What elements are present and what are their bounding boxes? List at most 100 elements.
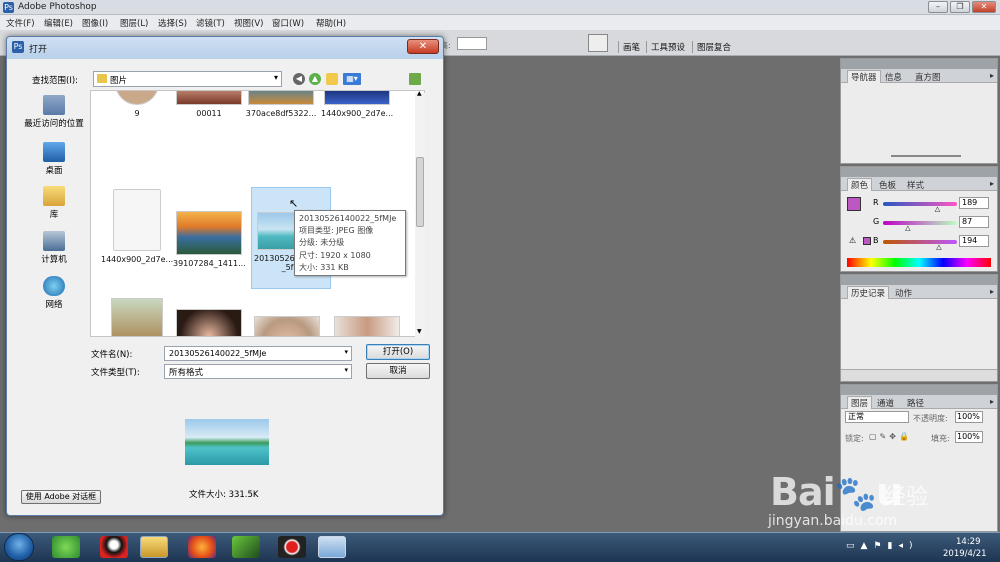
tray-icons[interactable]: ▭▲⚑▮◂)	[846, 541, 918, 551]
media-player-icon[interactable]	[232, 536, 260, 558]
foreground-color-swatch[interactable]	[847, 197, 861, 211]
tab-layers[interactable]: 图层	[847, 396, 873, 409]
qq-icon[interactable]	[100, 536, 128, 558]
g-slider[interactable]	[883, 221, 957, 225]
panel-menu-icon[interactable]: ▸	[990, 397, 994, 406]
clock-date[interactable]: 2019/4/21	[943, 549, 987, 559]
options-field[interactable]	[457, 37, 487, 50]
g-slider-handle[interactable]: △	[905, 224, 910, 232]
file-item[interactable]: 00011	[173, 91, 245, 118]
tooltip-type: 项目类型: JPEG 图像	[299, 226, 374, 236]
history-panel: 历史记录 动作 ▸	[840, 274, 998, 382]
maximize-button[interactable]: ❐	[950, 1, 970, 13]
photoshop-taskbar-icon[interactable]	[318, 536, 346, 558]
r-slider-handle[interactable]: △	[935, 205, 940, 213]
back-icon[interactable]: ◀	[293, 73, 305, 85]
zoom-slider[interactable]	[891, 155, 961, 157]
scrollbar-thumb[interactable]	[416, 157, 424, 227]
fill-input[interactable]: 100%	[955, 431, 983, 443]
filename-input[interactable]: 20130526140022_5fMJe ▾	[164, 346, 352, 361]
place-network[interactable]: 网络	[19, 276, 89, 310]
open-button[interactable]: 打开(O)	[366, 344, 430, 360]
menu-window[interactable]: 窗口(W)	[272, 17, 304, 29]
filetype-value: 所有格式	[169, 368, 204, 378]
b-slider-handle[interactable]: △	[936, 243, 941, 251]
file-item[interactable]	[101, 298, 173, 336]
file-item[interactable]: 1440x900_2d7e...	[101, 189, 173, 264]
opacity-input[interactable]: 100%	[955, 411, 983, 423]
close-app-button[interactable]: ✕	[972, 1, 996, 13]
tab-actions[interactable]: 动作	[895, 287, 912, 299]
file-name: 39107284_1411...	[173, 259, 246, 268]
tab-swatches[interactable]: 色板	[879, 179, 896, 191]
tab-styles[interactable]: 样式	[907, 179, 924, 191]
place-recent[interactable]: 最近访问的位置	[19, 95, 89, 129]
minimize-button[interactable]: –	[928, 1, 948, 13]
dialog-close-button[interactable]: ✕	[407, 39, 439, 54]
menu-image[interactable]: 图像(I)	[82, 17, 108, 29]
menu-filter[interactable]: 滤镜(T)	[196, 17, 225, 29]
menu-help[interactable]: 帮助(H)	[316, 17, 346, 29]
new-folder-icon[interactable]	[326, 73, 338, 85]
color-spectrum-bar[interactable]	[847, 258, 991, 267]
tab-channels[interactable]: 通道	[877, 397, 894, 409]
file-item[interactable]	[173, 309, 245, 336]
menu-select[interactable]: 选择(S)	[158, 17, 187, 29]
folder-sync-icon[interactable]	[409, 73, 421, 85]
view-menu-icon[interactable]: ▦▾	[343, 73, 361, 85]
menu-view[interactable]: 视图(V)	[234, 17, 263, 29]
cancel-button[interactable]: 取消	[366, 363, 430, 379]
panel-menu-icon[interactable]: ▸	[990, 71, 994, 80]
blend-mode-select[interactable]: 正常	[845, 411, 909, 423]
look-in-select[interactable]: 图片 ▾	[93, 71, 282, 87]
start-button-icon[interactable]	[4, 533, 34, 561]
gamut-color-chip[interactable]	[863, 237, 871, 245]
tab-color[interactable]: 颜色	[847, 178, 873, 191]
file-item[interactable]: 1440x900_2d7e...	[321, 91, 393, 118]
filetype-select[interactable]: 所有格式 ▾	[164, 364, 352, 379]
scroll-down-icon[interactable]: ▼	[417, 328, 422, 335]
file-item[interactable]: 370ace8df5322...	[245, 91, 317, 118]
tab-tool-presets[interactable]: 工具预设	[646, 41, 685, 53]
file-item[interactable]: 39107284_1411...	[173, 211, 246, 268]
place-desktop[interactable]: 桌面	[19, 142, 89, 176]
lock-icons[interactable]: ▢✎✥🔒	[869, 432, 912, 441]
b-value[interactable]: 194	[959, 235, 989, 247]
file-item[interactable]: 9	[101, 91, 173, 118]
chevron-down-icon[interactable]: ▾	[344, 348, 348, 356]
tab-history[interactable]: 历史记录	[847, 286, 890, 299]
clock-time[interactable]: 14:29	[956, 537, 981, 547]
b-slider[interactable]	[883, 240, 957, 244]
r-value[interactable]: 189	[959, 197, 989, 209]
tab-info[interactable]: 信息	[885, 71, 902, 83]
place-libraries[interactable]: 库	[19, 186, 89, 220]
g-value[interactable]: 87	[959, 216, 989, 228]
menu-layer[interactable]: 图层(L)	[120, 17, 148, 29]
menu-edit[interactable]: 编辑(E)	[44, 17, 73, 29]
out-of-gamut-warning-icon[interactable]: ⚠	[849, 236, 856, 245]
tab-histogram[interactable]: 直方图	[915, 71, 941, 83]
preview-image	[185, 419, 269, 465]
firefox-icon[interactable]	[188, 536, 216, 558]
tab-brushes[interactable]: 画笔	[618, 41, 640, 53]
palette-well-icon[interactable]	[588, 34, 608, 52]
dialog-title: 打开	[29, 45, 48, 55]
tab-navigator[interactable]: 导航器	[847, 70, 881, 83]
panel-menu-icon[interactable]: ▸	[990, 287, 994, 296]
r-slider[interactable]	[883, 202, 957, 206]
screen-recorder-icon[interactable]	[278, 536, 306, 558]
tab-paths[interactable]: 路径	[907, 397, 924, 409]
menu-file[interactable]: 文件(F)	[6, 17, 35, 29]
tab-layer-comps[interactable]: 图层复合	[692, 41, 731, 53]
file-thumbnail	[176, 91, 242, 105]
file-item[interactable]	[331, 316, 403, 336]
place-computer[interactable]: 计算机	[19, 231, 89, 265]
use-adobe-dialog-button[interactable]: 使用 Adobe 对话框	[21, 490, 101, 504]
file-item[interactable]	[251, 316, 323, 336]
place-label: 桌面	[45, 166, 63, 176]
browser-360-icon[interactable]	[52, 536, 80, 558]
file-explorer-icon[interactable]	[140, 536, 168, 558]
scroll-up-icon[interactable]: ▲	[417, 90, 422, 97]
up-folder-icon[interactable]: ▲	[309, 73, 321, 85]
panel-menu-icon[interactable]: ▸	[990, 179, 994, 188]
